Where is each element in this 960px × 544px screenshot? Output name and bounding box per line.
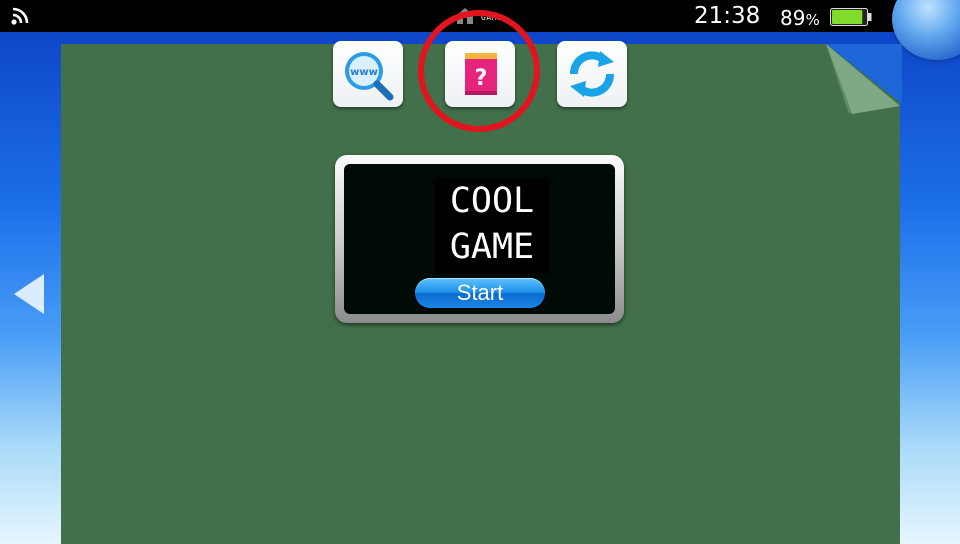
game-title-line-2: GAME [449,227,535,267]
start-button[interactable]: Start [415,278,545,308]
game-launch-card: COOL GAME Start [335,155,624,323]
battery-percent: 89% [780,6,820,30]
page-left-arrow-icon[interactable] [12,272,46,316]
refresh-button[interactable] [557,41,627,107]
battery-icon [830,8,872,26]
highlight-circle-annotation [418,10,540,132]
refresh-icon [570,51,614,97]
game-title: COOL GAME [435,178,549,274]
game-card-screen: COOL GAME Start [344,164,615,314]
svg-text:www: www [350,67,378,78]
www-search-icon: www [345,52,394,101]
wifi-icon [11,7,29,25]
notification-orb[interactable] [892,0,960,60]
game-title-line-1: COOL [449,181,535,221]
browser-button[interactable]: www [333,41,403,107]
page-curl-corner[interactable] [824,44,902,116]
clock: 21:38 [694,3,761,29]
